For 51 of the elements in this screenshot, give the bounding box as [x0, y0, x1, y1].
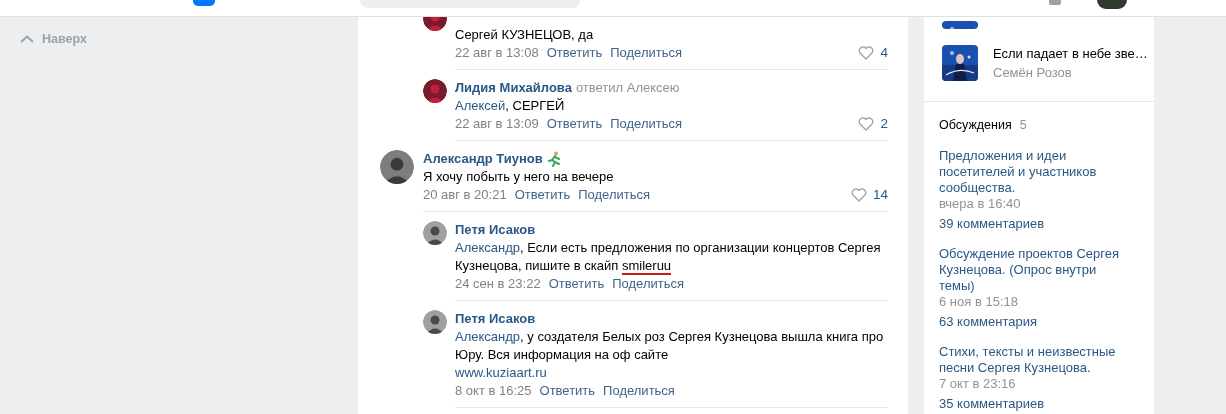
comment-action-link[interactable]: Поделиться [603, 382, 675, 400]
topic-date: вчера в 16:40 [939, 196, 1022, 212]
avatar[interactable] [423, 310, 447, 334]
comment-date: 22 авг в 13:09 [455, 115, 539, 133]
comment-action-link[interactable]: Ответить [514, 186, 571, 204]
comment-text: Александр, Если есть предложения по организации концертов Сергея Кузнецова, пишите в скайп smileruu [455, 239, 882, 275]
topic-comments-link[interactable]: 35 комментариев [939, 396, 1124, 412]
chevron-up-icon [20, 35, 34, 43]
comment-action-link[interactable]: Ответить [539, 382, 596, 400]
topic-date: 7 окт в 23:16 [939, 376, 1017, 392]
author-name[interactable]: Петя Исаков [455, 310, 536, 328]
topic-link[interactable]: Стихи, тексты и неизвестные песни Сергея Кузнецова. [939, 344, 1124, 376]
comment-date: 20 авг в 20:21 [423, 186, 507, 204]
comment-action-link[interactable]: Ответить [546, 44, 603, 62]
comment-date: 8 окт в 16:25 [455, 382, 532, 400]
comment-action-link[interactable]: Поделиться [610, 44, 682, 62]
comment-text: Я хочу побыть у него на вечере [423, 168, 615, 186]
heart-icon [850, 188, 867, 202]
comment-action-link[interactable]: Поделиться [612, 275, 685, 293]
author-name[interactable]: Александр Тиунов [423, 150, 543, 168]
heart-icon [858, 117, 875, 131]
logo-icon[interactable] [193, 0, 215, 6]
avatar[interactable] [380, 150, 414, 184]
avatar[interactable] [1097, 0, 1127, 9]
site-link[interactable]: www.kuziaart.ru [455, 365, 547, 380]
section-count: 5 [1019, 118, 1027, 132]
comment-text: Александр, у создателя Белых роз Сергея Кузнецова вышла книга про Юру. Вся информация на оф сайте [455, 328, 885, 364]
like-button[interactable]: 14 [850, 186, 888, 204]
like-button[interactable]: 4 [858, 44, 888, 62]
comment-action-link[interactable]: Поделиться [578, 186, 650, 204]
section-title[interactable]: Обсуждения [939, 118, 1012, 132]
comment-date: 22 авг в 13:08 [455, 44, 539, 62]
topic-comments-link[interactable]: 63 комментария [939, 314, 1124, 330]
author-name[interactable]: Петя Исаков [455, 221, 536, 239]
avatar[interactable] [423, 221, 447, 245]
topic-link[interactable]: Предложения и идеи посетителей и участников сообщества. [939, 148, 1124, 196]
topic-date: 6 ноя в 15:18 [939, 294, 1019, 310]
like-button[interactable]: 2 [858, 115, 888, 133]
reply-note: ответил Алексею [575, 79, 680, 97]
comment-date: 24 сен в 23:22 [455, 275, 541, 293]
comment-text: Алексей, СЕРГЕЙ [455, 97, 566, 115]
avatar[interactable] [423, 79, 447, 103]
topic-comments-link[interactable]: 39 комментариев [939, 216, 1124, 232]
heart-icon [858, 46, 875, 60]
comment-action-link[interactable]: Поделиться [610, 115, 682, 133]
author-name[interactable]: Лидия Михайлова [455, 79, 572, 97]
topic-link[interactable]: Обсуждение проектов Сергея Кузнецова. (Опрос внутри темы) [939, 246, 1124, 294]
comment-action-link[interactable]: Ответить [548, 275, 605, 293]
comment-text: Сергей КУЗНЕЦОВ, да [455, 26, 595, 44]
track-title[interactable]: Если падает в небе зве… [993, 46, 1148, 61]
comment-action-link[interactable]: Ответить [546, 115, 603, 133]
